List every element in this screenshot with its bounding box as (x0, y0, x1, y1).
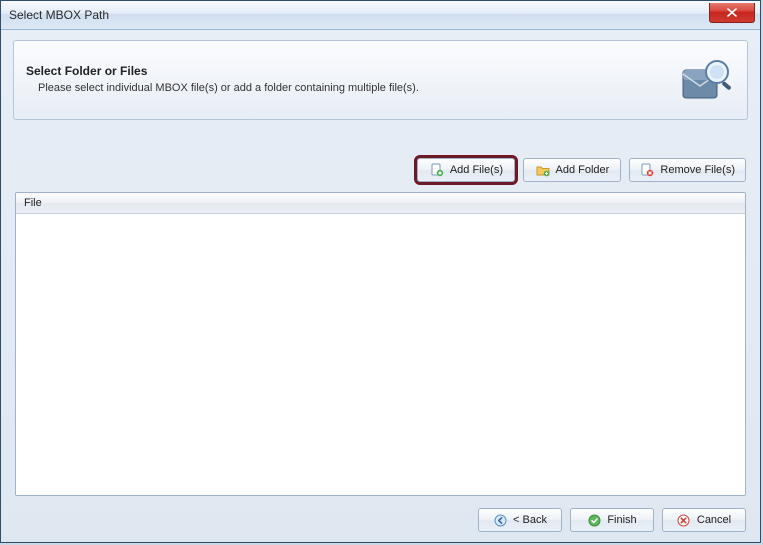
header-text: Select Folder or Files Please select ind… (26, 64, 677, 94)
finish-button[interactable]: Finish (570, 508, 654, 532)
file-list-body[interactable] (16, 214, 745, 495)
add-files-label: Add File(s) (450, 164, 503, 176)
cancel-icon (677, 513, 691, 527)
window-title: Select MBOX Path (9, 8, 109, 22)
close-button[interactable] (709, 3, 755, 23)
add-files-button[interactable]: Add File(s) (417, 158, 515, 182)
remove-files-label: Remove File(s) (660, 164, 735, 176)
back-button[interactable]: < Back (478, 508, 562, 532)
mailbox-search-icon (677, 54, 735, 104)
add-folder-label: Add Folder (556, 164, 610, 176)
file-column-label: File (24, 197, 42, 209)
dialog-window: Select MBOX Path Select Folder or Files … (0, 0, 761, 543)
cancel-button[interactable]: Cancel (662, 508, 746, 532)
file-add-icon (430, 163, 444, 177)
check-icon (587, 513, 601, 527)
header-subtitle: Please select individual MBOX file(s) or… (26, 82, 677, 94)
cancel-label: Cancel (697, 514, 731, 526)
back-label: < Back (513, 514, 547, 526)
file-list-panel: File (15, 192, 746, 496)
titlebar: Select MBOX Path (1, 1, 760, 30)
add-folder-button[interactable]: Add Folder (523, 158, 621, 182)
dialog-body: Select Folder or Files Please select ind… (1, 30, 760, 542)
folder-add-icon (536, 163, 550, 177)
toolbar-row: Add File(s) Add Folder (15, 158, 746, 182)
file-column-header[interactable]: File (16, 193, 745, 214)
finish-label: Finish (607, 514, 636, 526)
header-title: Select Folder or Files (26, 64, 677, 78)
file-remove-icon (640, 163, 654, 177)
remove-files-button[interactable]: Remove File(s) (629, 158, 746, 182)
close-icon (727, 8, 737, 17)
arrow-left-icon (493, 513, 507, 527)
header-panel: Select Folder or Files Please select ind… (13, 40, 748, 120)
footer-row: < Back Finish Cancel (15, 508, 746, 532)
